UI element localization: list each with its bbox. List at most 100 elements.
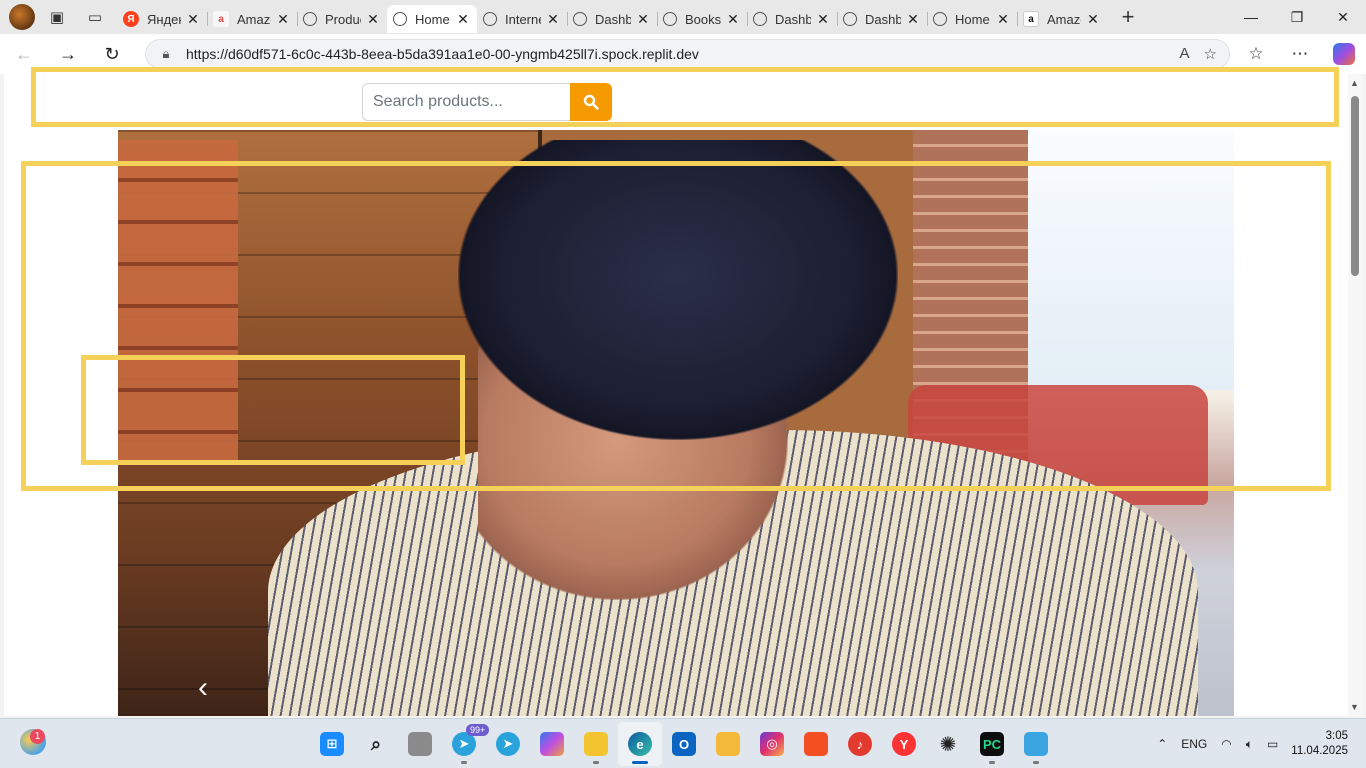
- notepad-icon: [1024, 732, 1048, 756]
- search-button[interactable]: [570, 83, 612, 121]
- store-app[interactable]: [794, 722, 838, 766]
- site-info-icon[interactable]: 🔒︎: [146, 46, 186, 62]
- workspaces-icon[interactable]: ▣: [41, 3, 73, 31]
- close-tab-icon[interactable]: ✕: [725, 11, 741, 28]
- tab-dashboard[interactable]: Dashboard✕: [837, 5, 927, 33]
- close-tab-icon[interactable]: ✕: [185, 11, 201, 28]
- system-tray: ⌃ ENG ◠ 🔈︎ ▭ 3:05 11.04.2025: [1150, 719, 1366, 768]
- pycharm-icon: PC: [980, 732, 1004, 756]
- product-search: [362, 83, 612, 121]
- start-icon: ⊞: [320, 732, 344, 756]
- tab-label: Products: [325, 11, 361, 27]
- close-tab-icon[interactable]: ✕: [635, 11, 651, 28]
- tab-dashboard[interactable]: Dashboard✕: [747, 5, 837, 33]
- notepad-app[interactable]: [1014, 722, 1058, 766]
- wifi-icon[interactable]: ◠: [1214, 737, 1238, 751]
- tab-internet[interactable]: Internet✕: [477, 5, 567, 33]
- page-scrollbar[interactable]: ▲ ▼: [1348, 74, 1362, 716]
- tab-strip: ▣ ▭ ЯЯндекс✕ aAmazon✕ Products✕ Home✕ In…: [0, 0, 1366, 34]
- music-app[interactable]: ♪: [838, 722, 882, 766]
- running-indicator: [1033, 761, 1039, 764]
- tab-label: Dashboard: [595, 11, 631, 27]
- window-controls: — ❐ ✕: [1228, 0, 1366, 34]
- edge-app[interactable]: e: [618, 722, 662, 766]
- address-bar[interactable]: 🔒︎ https://d60df571-6c0c-443b-8eea-b5da3…: [145, 39, 1230, 69]
- show-hidden-icons[interactable]: ⌃: [1150, 737, 1174, 751]
- copilot-icon: [540, 732, 564, 756]
- close-tab-icon[interactable]: ✕: [455, 11, 471, 28]
- search-icon: [583, 94, 599, 110]
- yandex-icon: Я: [123, 11, 139, 27]
- yandex-browser-app[interactable]: Y: [882, 722, 926, 766]
- minimize-icon[interactable]: —: [1228, 0, 1274, 34]
- close-tab-icon[interactable]: ✕: [815, 11, 831, 28]
- restore-icon[interactable]: ❐: [1274, 0, 1320, 34]
- files-app[interactable]: [706, 722, 750, 766]
- close-tab-icon[interactable]: ✕: [275, 11, 291, 28]
- running-indicator: [461, 761, 467, 764]
- close-tab-icon[interactable]: ✕: [365, 11, 381, 28]
- outlook-app[interactable]: O: [662, 722, 706, 766]
- copilot-icon[interactable]: [1333, 43, 1355, 65]
- favorites-icon[interactable]: ☆: [1234, 44, 1278, 64]
- task-view-icon: [408, 732, 432, 756]
- task-view[interactable]: [398, 722, 442, 766]
- globe-icon: [573, 12, 587, 26]
- store-icon: [804, 732, 828, 756]
- tab-home-active[interactable]: Home ✕: [387, 5, 477, 33]
- amazon-icon: a: [213, 11, 229, 27]
- scroll-thumb[interactable]: [1351, 96, 1359, 276]
- profile-avatar[interactable]: [9, 4, 35, 30]
- taskbar-search[interactable]: ⌕: [354, 722, 398, 766]
- back-icon[interactable]: ←: [4, 38, 44, 70]
- tab-dashboard[interactable]: Dashboard✕: [567, 5, 657, 33]
- scroll-down-icon[interactable]: ▼: [1350, 702, 1359, 712]
- pycharm-app[interactable]: PC: [970, 722, 1014, 766]
- scroll-up-icon[interactable]: ▲: [1350, 78, 1359, 88]
- read-aloud-icon[interactable]: A: [1180, 45, 1190, 63]
- battery-icon[interactable]: ▭: [1260, 737, 1285, 751]
- new-tab-button[interactable]: +: [1111, 3, 1145, 31]
- file-explorer-app[interactable]: [574, 722, 618, 766]
- more-menu-icon[interactable]: ⋯: [1278, 44, 1322, 64]
- instagram-app[interactable]: ◎: [750, 722, 794, 766]
- telegram-app[interactable]: ➤ 99+: [442, 722, 490, 766]
- tab-yandex[interactable]: Я Яндекс✕: [117, 5, 207, 33]
- running-indicator: [593, 761, 599, 764]
- taskbar-apps: ⊞ ⌕ ➤ 99+ ➤ e O ◎ ♪ Y ✺ PC: [310, 719, 1058, 768]
- search-input[interactable]: [362, 83, 570, 121]
- amazon-icon: a: [1023, 11, 1039, 27]
- close-tab-icon[interactable]: ✕: [545, 11, 561, 28]
- tab-amazon[interactable]: a Amazon✕: [207, 5, 297, 33]
- start-button[interactable]: ⊞: [310, 722, 354, 766]
- favorite-star-icon[interactable]: ☆: [1204, 45, 1217, 63]
- close-tab-icon[interactable]: ✕: [995, 11, 1011, 28]
- clock-time: 3:05: [1325, 730, 1348, 742]
- globe-icon: [483, 12, 497, 26]
- hair: [458, 140, 898, 440]
- close-tab-icon[interactable]: ✕: [905, 11, 921, 28]
- forward-icon[interactable]: →: [48, 38, 88, 70]
- vertical-tabs-icon[interactable]: ▭: [79, 3, 111, 31]
- url-text[interactable]: https://d60df571-6c0c-443b-8eea-b5da391a…: [186, 46, 1180, 62]
- chatgpt-app[interactable]: ✺: [926, 722, 970, 766]
- clock[interactable]: 3:05 11.04.2025: [1285, 729, 1366, 759]
- globe-icon: [933, 12, 947, 26]
- telegram-app-2[interactable]: ➤: [486, 722, 530, 766]
- running-indicator: [632, 761, 648, 764]
- tab-products[interactable]: Products✕: [297, 5, 387, 33]
- tab-amazon[interactable]: a Amazon✕: [1017, 5, 1107, 33]
- tab-home[interactable]: Home ✕: [927, 5, 1017, 33]
- copilot-app[interactable]: [530, 722, 574, 766]
- tab-label: Dashboard: [775, 11, 811, 27]
- close-tab-icon[interactable]: ✕: [1085, 11, 1101, 28]
- search-icon: ⌕: [370, 733, 382, 754]
- volume-icon[interactable]: 🔈︎: [1239, 737, 1260, 752]
- tab-label: Home: [415, 11, 450, 27]
- tab-books[interactable]: Books ✕: [657, 5, 747, 33]
- close-window-icon[interactable]: ✕: [1320, 0, 1366, 34]
- carousel-prev-icon[interactable]: ‹: [188, 670, 218, 706]
- language-indicator[interactable]: ENG: [1174, 737, 1214, 751]
- globe-icon: [303, 12, 317, 26]
- refresh-icon[interactable]: ↻: [92, 38, 132, 70]
